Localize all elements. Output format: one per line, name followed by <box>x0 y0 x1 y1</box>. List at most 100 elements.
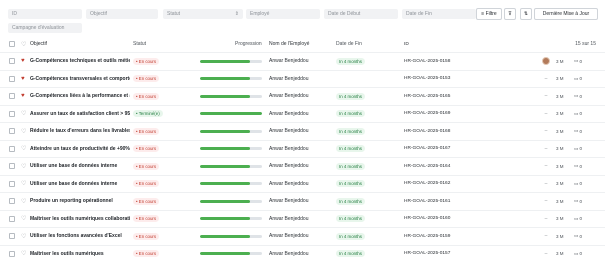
row-checkbox[interactable] <box>9 58 15 64</box>
comments-cell[interactable]: ▭ 0 <box>574 123 594 140</box>
table-row[interactable]: ♥G-Compétences techniques et outils méti… <box>0 52 605 70</box>
select-all-checkbox[interactable] <box>9 41 15 47</box>
objectif-filter-input[interactable]: Objectif <box>86 9 158 19</box>
row-checkbox[interactable] <box>9 128 15 134</box>
modified-age: 3 M <box>556 71 570 88</box>
progress-bar <box>200 77 262 80</box>
row-checkbox[interactable] <box>9 163 15 169</box>
modified-age: 3 M <box>556 106 570 123</box>
row-checkbox[interactable] <box>9 93 15 99</box>
no-assignee-dash: – <box>545 233 548 239</box>
heart-outline-icon[interactable]: ♡ <box>21 193 28 210</box>
row-checkbox[interactable] <box>9 111 15 117</box>
table-row[interactable]: ♡Utiliser une base de données interne• E… <box>0 175 605 193</box>
date-fin-badge: In 4 months <box>336 215 365 222</box>
sort-direction-button[interactable]: ⇅ <box>520 8 532 20</box>
comments-cell[interactable]: ▭ 0 <box>574 158 594 175</box>
status-cell: • En cours <box>133 193 193 210</box>
funnel-button[interactable]: ⊽ <box>504 8 516 20</box>
comment-count: 0 <box>580 216 583 221</box>
comments-cell[interactable]: ▭ 0 <box>574 211 594 228</box>
filter-lines-icon: ≡ <box>481 11 484 17</box>
employee-name: Anwar Benjeddou <box>269 176 333 193</box>
status-badge: • En cours <box>133 145 159 152</box>
comments-cell[interactable]: ▭ 0 <box>574 88 594 105</box>
comments-cell[interactable]: ▭ 0 <box>574 71 594 88</box>
comments-cell[interactable]: ▭ 0 <box>574 106 594 123</box>
progress-cell <box>200 228 264 245</box>
filter-button[interactable]: ≡ Filtre <box>476 8 502 20</box>
campagne-filter-input[interactable]: Campagne d'évaluation <box>8 23 82 33</box>
assignee-cell: – <box>540 211 552 228</box>
row-checkbox[interactable] <box>9 198 15 204</box>
table-row[interactable]: ♡Utiliser les fonctions avancées d'Excel… <box>0 227 605 245</box>
row-checkbox[interactable] <box>9 76 15 82</box>
heart-outline-icon[interactable]: ♡ <box>21 106 28 123</box>
row-checkbox[interactable] <box>9 146 15 152</box>
table-row[interactable]: ♡Utiliser une base de données interne• E… <box>0 157 605 175</box>
header-objectif[interactable]: Objectif <box>30 37 130 51</box>
objective-title[interactable]: Utiliser une base de données interne <box>30 158 130 175</box>
date-fin-badge: In 4 months <box>336 145 365 152</box>
objective-title[interactable]: Réduire le taux d'erreurs dans les livra… <box>30 123 130 140</box>
statut-filter-select[interactable]: Statut ⇕ <box>163 9 243 19</box>
table-row[interactable]: ♡Assurer un taux de satisfaction client … <box>0 105 605 123</box>
row-checkbox[interactable] <box>9 181 15 187</box>
header-statut[interactable]: Statut <box>133 37 193 51</box>
heart-outline-icon[interactable]: ♡ <box>21 158 28 175</box>
progress-fill <box>200 147 250 150</box>
heart-filled-icon[interactable]: ♥ <box>21 88 28 105</box>
heart-filled-icon[interactable]: ♥ <box>21 53 28 70</box>
progress-fill <box>200 200 250 203</box>
table-row[interactable]: ♡Atteindre un taux de productivité de +9… <box>0 140 605 158</box>
comments-cell[interactable]: ▭ 0 <box>574 141 594 158</box>
heart-outline-icon[interactable]: ♡ <box>21 176 28 193</box>
status-label: En cours <box>139 199 156 204</box>
status-label: En cours <box>139 181 156 186</box>
status-label: En cours <box>139 216 156 221</box>
comments-cell[interactable]: ▭ 0 <box>574 176 594 193</box>
objective-title[interactable]: Assurer un taux de satisfaction client >… <box>30 106 130 123</box>
table-row[interactable]: ♥G-Compétences liées à la performance et… <box>0 87 605 105</box>
sort-by-button[interactable]: Dernière Mise à Jour <box>534 8 598 20</box>
table-row[interactable]: ♡Maîtriser les outils numériques collabo… <box>0 210 605 228</box>
objective-title[interactable]: G-Compétences transversales et comportem… <box>30 71 130 88</box>
date-fin-filter-input[interactable]: Date de Fin <box>402 9 476 19</box>
filter-bar: ID Objectif Statut ⇕ Employé Date de Déb… <box>8 8 598 34</box>
header-id[interactable]: ID <box>404 37 494 51</box>
comments-cell[interactable]: ▭ 0 <box>574 193 594 210</box>
header-date-fin[interactable]: Date de Fin <box>336 37 400 51</box>
objective-title[interactable]: Utiliser une base de données interne <box>30 176 130 193</box>
row-checkbox[interactable] <box>9 233 15 239</box>
objective-title[interactable]: Produire un reporting opérationnel <box>30 193 130 210</box>
objective-title[interactable]: G-Compétences techniques et outils métie… <box>30 53 130 70</box>
heart-filled-icon[interactable]: ♥ <box>21 71 28 88</box>
heart-outline-icon[interactable]: ♡ <box>21 123 28 140</box>
comment-icon: ▭ <box>574 58 578 64</box>
objective-title[interactable]: Utiliser les fonctions avancées d'Excel <box>30 228 130 245</box>
employe-filter-input[interactable]: Employé <box>246 9 320 19</box>
modified-age: 3 M <box>556 141 570 158</box>
table-row[interactable]: ♡Produire un reporting opérationnel• En … <box>0 192 605 210</box>
heart-outline-icon[interactable]: ♡ <box>21 211 28 228</box>
avatar[interactable] <box>542 57 550 65</box>
row-checkbox[interactable] <box>9 216 15 222</box>
table-header: ♡ Objectif Statut Progression Nom de l'E… <box>0 37 605 51</box>
comments-cell[interactable]: ▭ 0 <box>574 53 594 70</box>
table-row[interactable]: ♡Maîtriser les outils numériques• En cou… <box>0 245 605 262</box>
objective-title[interactable]: G-Compétences liées à la performance et … <box>30 88 130 105</box>
goal-id: HR-GOAL-2025-0165 <box>404 88 494 105</box>
comments-cell[interactable]: ▭ 0 <box>574 228 594 245</box>
status-cell: • En cours <box>133 211 193 228</box>
heart-outline-icon[interactable]: ♡ <box>21 141 28 158</box>
objective-title[interactable]: Atteindre un taux de productivité de +90… <box>30 141 130 158</box>
heart-outline-icon[interactable]: ♡ <box>21 228 28 245</box>
header-employe[interactable]: Nom de l'Employé <box>269 37 333 51</box>
id-filter-input[interactable]: ID <box>8 9 82 19</box>
objective-title[interactable]: Maîtriser les outils numériques collabor… <box>30 211 130 228</box>
date-debut-filter-input[interactable]: Date de Début <box>324 9 398 19</box>
no-assignee-dash: – <box>545 128 548 134</box>
table-row[interactable]: ♥G-Compétences transversales et comporte… <box>0 70 605 88</box>
employee-name: Anwar Benjeddou <box>269 228 333 245</box>
table-row[interactable]: ♡Réduire le taux d'erreurs dans les livr… <box>0 122 605 140</box>
